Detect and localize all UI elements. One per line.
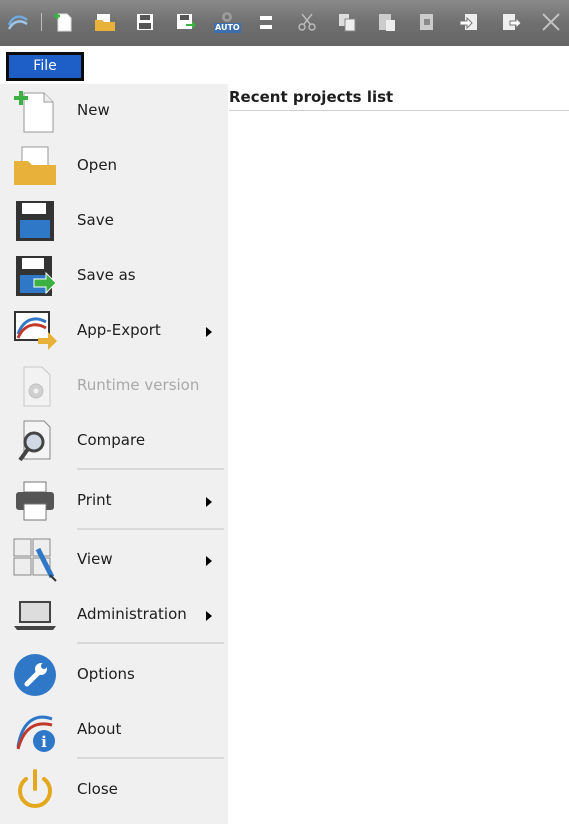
menu-item-label: View xyxy=(77,550,113,568)
save-all-icon[interactable] xyxy=(255,11,277,33)
menu-separator xyxy=(77,642,224,644)
toolbar-separator xyxy=(41,13,42,31)
runtime-gear-icon xyxy=(23,366,51,407)
toolbar: AUTO xyxy=(0,0,569,46)
copy-icon[interactable] xyxy=(336,11,358,33)
app-logo-icon[interactable] xyxy=(7,11,29,33)
recent-projects-divider xyxy=(229,110,569,111)
cut-icon[interactable] xyxy=(296,11,318,33)
paste-special-icon[interactable] xyxy=(416,11,438,33)
file-menu: New Open Save Save as App-Export Runtime… xyxy=(0,84,228,824)
import-icon[interactable] xyxy=(458,11,480,33)
bottom-edge xyxy=(0,824,569,834)
menu-separator xyxy=(77,468,224,470)
menu-item-label: Runtime version xyxy=(77,376,200,394)
menu-item-print[interactable]: Print xyxy=(0,474,228,528)
save-icon xyxy=(16,201,54,241)
open-folder-icon[interactable] xyxy=(94,11,116,33)
menu-item-label: About xyxy=(77,720,122,738)
menu-item-label: Administration xyxy=(77,605,187,623)
save-as-icon xyxy=(16,256,57,296)
wrench-icon xyxy=(14,654,56,696)
printer-icon xyxy=(16,481,54,521)
menu-separator xyxy=(77,757,224,759)
menu-item-label: New xyxy=(77,101,110,119)
recent-projects-title: Recent projects list xyxy=(229,88,394,106)
menu-item-new[interactable]: New xyxy=(0,84,228,138)
paste-icon[interactable] xyxy=(376,11,398,33)
save-icon[interactable] xyxy=(134,11,156,33)
submenu-arrow-icon xyxy=(206,611,212,621)
file-tab[interactable]: File xyxy=(6,52,84,81)
menu-item-close[interactable]: Close xyxy=(0,763,228,817)
close-x-icon[interactable] xyxy=(540,11,562,33)
save-as-icon[interactable] xyxy=(175,11,197,33)
gear-icon xyxy=(222,12,232,22)
laptop-icon xyxy=(14,601,56,630)
svg-text:i: i xyxy=(41,733,47,751)
menu-item-label: Compare xyxy=(77,431,146,449)
auto-save-button[interactable]: AUTO xyxy=(213,9,241,37)
submenu-arrow-icon xyxy=(206,497,212,507)
compare-magnifier-icon xyxy=(18,420,51,462)
menu-item-label: Options xyxy=(77,665,135,683)
new-document-icon[interactable] xyxy=(52,11,74,33)
menu-item-open[interactable]: Open xyxy=(0,139,228,193)
about-info-icon: i xyxy=(16,715,55,752)
file-tab-label: File xyxy=(9,55,81,78)
menu-item-label: Close xyxy=(77,780,118,798)
menu-item-administration[interactable]: Administration xyxy=(0,588,228,642)
menu-item-label: Save as xyxy=(77,266,136,284)
submenu-arrow-icon xyxy=(206,556,212,566)
menu-item-view[interactable]: View xyxy=(0,533,228,587)
app-export-icon xyxy=(14,311,57,350)
auto-label: AUTO xyxy=(214,23,241,33)
view-layout-icon xyxy=(13,538,57,582)
power-icon xyxy=(18,769,52,808)
open-folder-icon xyxy=(14,146,56,185)
menu-item-label: Save xyxy=(77,211,114,229)
export-icon[interactable] xyxy=(500,11,522,33)
submenu-arrow-icon xyxy=(206,327,212,337)
menu-item-about[interactable]: i About xyxy=(0,703,228,757)
new-document-icon xyxy=(14,91,54,133)
menu-item-label: Print xyxy=(77,491,112,509)
menu-item-save[interactable]: Save xyxy=(0,194,228,248)
menu-item-label: App-Export xyxy=(77,321,161,339)
menu-item-app-export[interactable]: App-Export xyxy=(0,304,228,358)
menu-item-options[interactable]: Options xyxy=(0,648,228,702)
menu-item-runtime-version[interactable]: Runtime version xyxy=(0,359,228,413)
menu-item-label: Open xyxy=(77,156,118,174)
menu-separator xyxy=(77,528,224,530)
menu-item-save-as[interactable]: Save as xyxy=(0,249,228,303)
menu-item-compare[interactable]: Compare xyxy=(0,414,228,468)
